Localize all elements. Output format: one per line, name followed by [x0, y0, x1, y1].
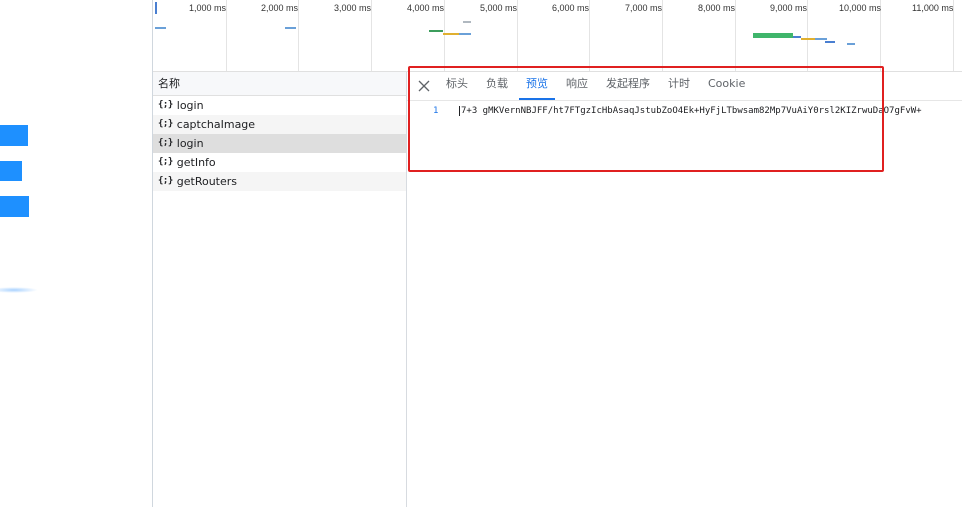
timeline-bar [443, 33, 459, 35]
request-name: login [176, 99, 204, 112]
devtools-network-panel: 1,000 ms 2,000 ms 3,000 ms 4,000 ms 5,00… [152, 0, 962, 507]
page-blue-element [0, 196, 29, 217]
tick-label: 4,000 ms [407, 3, 445, 13]
name-column-header[interactable]: 名称 [153, 72, 406, 96]
timeline-tick: 4,000 ms [407, 0, 445, 71]
network-overview-timeline[interactable]: 1,000 ms 2,000 ms 3,000 ms 4,000 ms 5,00… [153, 0, 962, 72]
request-row-login-selected[interactable]: {;} login [153, 134, 406, 153]
request-row-captchaimage[interactable]: {;} captchaImage [153, 115, 406, 134]
timeline-bar [285, 27, 296, 29]
detail-tabs: 标头 负载 预览 响应 发起程序 计时 Cookie [407, 72, 962, 101]
timeline-tick: 5,000 ms [480, 0, 518, 71]
tick-label: 2,000 ms [261, 3, 299, 13]
timeline-bar [801, 38, 815, 40]
timeline-bar [155, 27, 166, 29]
tick-label: 8,000 ms [698, 3, 736, 13]
close-icon [418, 80, 430, 92]
tick-label: 1,000 ms [189, 3, 227, 13]
timeline-bar [155, 2, 157, 14]
close-detail-button[interactable] [411, 72, 437, 100]
timeline-bar [753, 33, 793, 38]
timeline-tick: 3,000 ms [334, 0, 372, 71]
timeline-bar [429, 30, 443, 32]
tick-label: 6,000 ms [552, 3, 590, 13]
request-name: captchaImage [176, 118, 256, 131]
page-blue-element [0, 161, 22, 181]
timeline-tick: 7,000 ms [625, 0, 663, 71]
timeline-bar [815, 38, 827, 40]
xhr-icon: {;} [158, 119, 173, 129]
tab-cookies[interactable]: Cookie [699, 73, 754, 100]
tick-label: 10,000 ms [839, 3, 882, 13]
timeline-tick: 2,000 ms [261, 0, 299, 71]
tick-label: 9,000 ms [770, 3, 808, 13]
request-row-getinfo[interactable]: {;} getInfo [153, 153, 406, 172]
request-detail-pane: 标头 负载 预览 响应 发起程序 计时 Cookie 1 7+3 gMKVern… [407, 72, 962, 507]
request-name: login [176, 137, 204, 150]
xhr-icon: {;} [158, 100, 173, 110]
page-glow-decoration [0, 287, 38, 293]
tick-label: 7,000 ms [625, 3, 663, 13]
tab-payload[interactable]: 负载 [477, 73, 517, 100]
page-blue-element [0, 125, 28, 146]
preview-code-line[interactable]: 7+3 gMKVernNBJFF/ht7FTgzIcHbAsaqJstubZoO… [459, 106, 922, 116]
tab-initiator[interactable]: 发起程序 [597, 73, 659, 100]
timeline-bar [463, 21, 471, 23]
timeline-tick: 8,000 ms [698, 0, 736, 71]
page-content-left [0, 0, 152, 507]
timeline-tick: 11,000 ms [912, 0, 954, 71]
request-row-getrouters[interactable]: {;} getRouters [153, 172, 406, 191]
timeline-bar [825, 41, 835, 43]
tab-response[interactable]: 响应 [557, 73, 597, 100]
timeline-bar [847, 43, 855, 45]
tick-label: 3,000 ms [334, 3, 372, 13]
request-name: getInfo [176, 156, 216, 169]
timeline-tick: 1,000 ms [189, 0, 227, 71]
tab-timing[interactable]: 计时 [659, 73, 699, 100]
xhr-icon: {;} [158, 157, 173, 167]
request-name: getRouters [176, 175, 238, 188]
xhr-icon: {;} [158, 138, 173, 148]
tab-preview[interactable]: 预览 [517, 73, 557, 100]
timeline-bar [793, 36, 801, 38]
timeline-tick: 10,000 ms [839, 0, 881, 71]
preview-content[interactable]: 1 7+3 gMKVernNBJFF/ht7FTgzIcHbAsaqJstubZ… [407, 101, 962, 161]
tab-headers[interactable]: 标头 [437, 73, 477, 100]
timeline-tick: 9,000 ms [770, 0, 808, 71]
timeline-tick: 6,000 ms [552, 0, 590, 71]
tick-label: 11,000 ms [912, 3, 954, 13]
xhr-icon: {;} [158, 176, 173, 186]
request-list: 名称 {;} login {;} captchaImage {;} login … [153, 72, 407, 507]
request-row-login[interactable]: {;} login [153, 96, 406, 115]
tick-label: 5,000 ms [480, 3, 518, 13]
line-number: 1 [433, 106, 439, 116]
timeline-bar [459, 33, 471, 35]
